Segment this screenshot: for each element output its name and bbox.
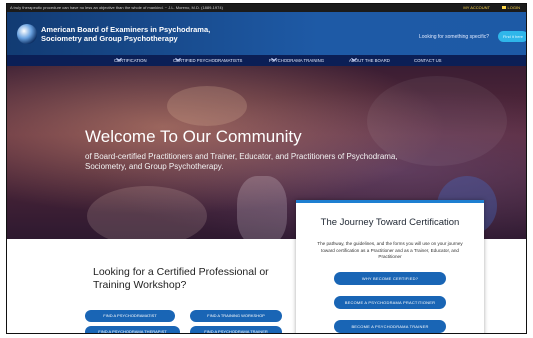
globe-logo-icon[interactable] — [17, 24, 37, 44]
become-practitioner-button[interactable]: BECOME A PSYCHODRAMA PRACTITIONER — [334, 296, 446, 309]
become-trainer-button[interactable]: BECOME A PSYCHODRAMA TRAINER — [334, 320, 446, 333]
nav-item-certified-psychodramatists[interactable]: CERTIFIED PSYCHODRAMATISTS — [173, 55, 242, 66]
card-description: The pathway, the guidelines, and the for… — [317, 241, 463, 259]
find-psychodrama-trainer-button[interactable]: FIND A PSYCHODRAMA TRAINER — [190, 326, 282, 333]
nav-item-about-the-board[interactable]: ABOUT THE BOARD — [349, 55, 390, 66]
find-training-workshop-button[interactable]: FIND A TRAINING WORKSHOP — [190, 310, 282, 322]
nav-label: CERTIFIED PSYCHODRAMATISTS — [173, 58, 243, 63]
my-account-link[interactable]: MY ACCOUNT — [463, 4, 490, 12]
login-link[interactable]: LOGIN — [501, 4, 520, 12]
hero-photo-detail — [167, 86, 247, 126]
hero-photo-detail — [87, 186, 207, 239]
main-navigation: CERTIFICATION CERTIFIED PSYCHODRAMATISTS… — [7, 55, 526, 66]
search-prompt: Looking for something specific? — [419, 34, 490, 40]
find-psychodrama-therapist-button[interactable]: FIND A PSYCHODRAMA THERAPIST — [85, 326, 180, 333]
nav-item-certification[interactable]: CERTIFICATION — [114, 55, 147, 66]
moreno-quote: A truly therapeutic procedure can have n… — [10, 5, 223, 10]
hero-title: Welcome To Our Community — [85, 127, 302, 146]
certification-card: The Journey Toward Certification The pat… — [296, 200, 484, 333]
find-psychodramatist-button[interactable]: FIND A PSYCHODRAMATIST — [85, 310, 175, 322]
org-name-line-2: Sociometry and Group Psychotherapy — [41, 34, 178, 43]
top-utility-bar: A truly therapeutic procedure can have n… — [7, 4, 526, 12]
organization-name[interactable]: American Board of Examiners in Psychodra… — [41, 25, 210, 43]
lock-icon — [501, 6, 506, 10]
login-label: LOGIN — [507, 5, 520, 10]
card-title: The Journey Toward Certification — [320, 217, 460, 228]
hero-photo-detail — [237, 176, 287, 239]
nav-label: PSYCHODRAMA TRAINING — [269, 58, 325, 63]
nav-item-psychodrama-training[interactable]: PSYCHODRAMA TRAINING — [269, 55, 324, 66]
find-it-button[interactable]: Find it here — [498, 31, 526, 42]
site-header: American Board of Examiners in Psychodra… — [7, 12, 526, 55]
lower-heading: Looking for a Certified Professional or … — [93, 266, 269, 291]
nav-label: CONTACT US — [414, 58, 442, 63]
hero-subtitle: of Board-certified Practitioners and Tra… — [85, 152, 398, 171]
browser-frame: A truly therapeutic procedure can have n… — [6, 3, 527, 334]
org-name-line-1: American Board of Examiners in Psychodra… — [41, 25, 211, 34]
why-become-certified-button[interactable]: WHY BECOME CERTIFIED? — [334, 272, 446, 285]
